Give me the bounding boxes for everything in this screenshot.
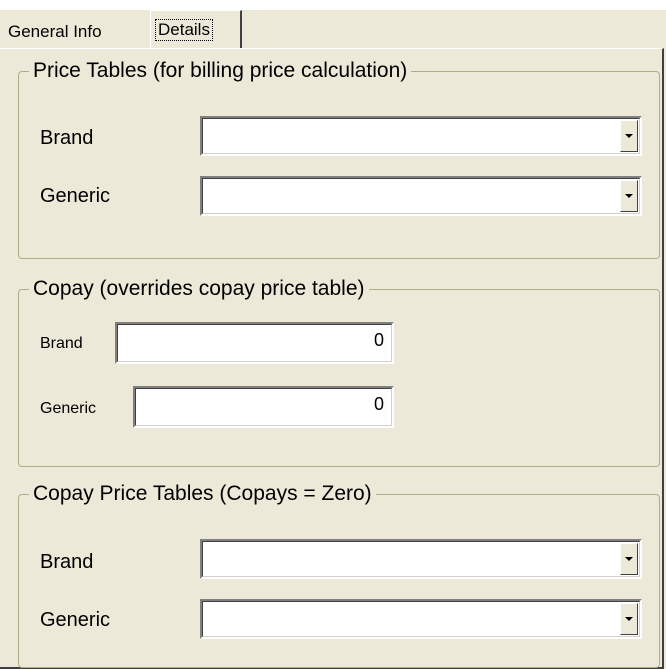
copay-generic-input[interactable]: 0 bbox=[133, 386, 394, 428]
tab-details[interactable]: Details bbox=[150, 10, 242, 48]
dropdown-arrow-icon bbox=[625, 134, 633, 138]
copay-generic-label: Generic bbox=[40, 400, 97, 417]
tab-details-label: Details bbox=[155, 19, 213, 41]
dropdown-arrow-icon bbox=[625, 617, 633, 621]
price-tables-generic-label: Generic bbox=[40, 185, 111, 207]
copay-price-tables-brand-dropdown[interactable] bbox=[200, 539, 642, 579]
price-tables-brand-dropdown[interactable] bbox=[200, 116, 642, 156]
copay-group: Copay (overrides copay price table) Bran… bbox=[18, 277, 660, 467]
dropdown-arrow-icon bbox=[625, 194, 633, 198]
copay-price-tables-brand-label: Brand bbox=[40, 551, 94, 573]
copay-price-tables-brand-dropdown-button[interactable] bbox=[620, 543, 638, 575]
copay-price-tables-generic-dropdown-button[interactable] bbox=[620, 603, 638, 635]
price-tables-generic-dropdown-button[interactable] bbox=[620, 180, 638, 212]
copay-price-tables-generic-dropdown[interactable] bbox=[200, 599, 642, 639]
copay-brand-input[interactable]: 0 bbox=[115, 322, 394, 364]
price-tables-title: Price Tables (for billing price calculat… bbox=[29, 59, 412, 83]
tab-general-info[interactable]: General Info bbox=[8, 22, 102, 42]
copay-brand-label: Brand bbox=[40, 335, 83, 352]
copay-price-tables-generic-label: Generic bbox=[40, 609, 111, 631]
tab-strip: General Info Details bbox=[0, 0, 666, 50]
copay-price-tables-title: Copay Price Tables (Copays = Zero) bbox=[29, 482, 376, 506]
price-tables-generic-dropdown[interactable] bbox=[200, 176, 642, 216]
dropdown-arrow-icon bbox=[625, 557, 633, 561]
details-panel: Price Tables (for billing price calculat… bbox=[0, 48, 664, 669]
copay-price-tables-group: Copay Price Tables (Copays = Zero) Brand… bbox=[18, 482, 660, 668]
price-tables-brand-dropdown-button[interactable] bbox=[620, 120, 638, 152]
copay-title: Copay (overrides copay price table) bbox=[29, 277, 369, 301]
price-tables-brand-label: Brand bbox=[40, 127, 94, 149]
price-tables-group: Price Tables (for billing price calculat… bbox=[18, 59, 660, 259]
